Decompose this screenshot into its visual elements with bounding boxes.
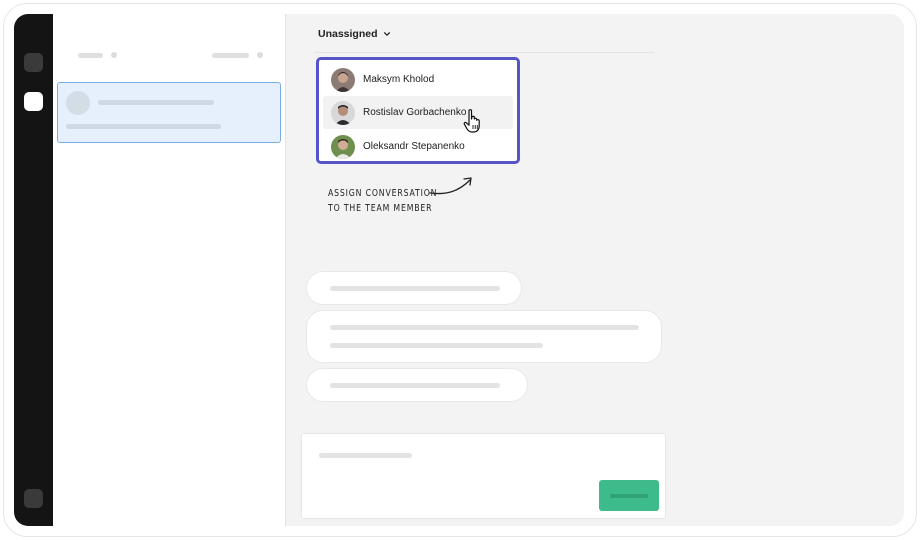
app-window: Unassigned Maksym Kholod Rostislav Gorba… [14, 14, 904, 526]
message-bubble [306, 271, 522, 305]
nav-rail [14, 14, 53, 526]
chevron-down-icon [383, 32, 390, 36]
composer-input-placeholder[interactable] [319, 453, 412, 458]
list-sort-dot [257, 52, 263, 58]
message-composer[interactable] [301, 433, 666, 519]
list-filter-placeholder[interactable] [78, 53, 103, 58]
hand-pointer-icon [463, 109, 480, 133]
message-text-placeholder [330, 343, 543, 348]
list-sort-placeholder[interactable] [212, 53, 249, 58]
conversation-item-selected[interactable] [57, 82, 281, 143]
avatar [66, 91, 90, 115]
list-filter-dot [111, 52, 117, 58]
team-member-option-hovered[interactable]: Rostislav Gorbachenko [323, 96, 513, 129]
message-bubble [306, 368, 528, 402]
assignee-label: Unassigned [318, 28, 378, 40]
assignee-dropdown-button[interactable]: Unassigned [318, 26, 391, 42]
header-divider [314, 52, 654, 53]
assignee-dropdown-menu: Maksym Kholod Rostislav Gorbachenko Olek… [316, 57, 520, 164]
conversation-preview-placeholder [66, 124, 221, 129]
conversation-view: Unassigned Maksym Kholod Rostislav Gorba… [286, 14, 904, 526]
message-text-placeholder [330, 383, 500, 388]
team-member-name: Oleksandr Stepanenko [363, 141, 465, 152]
message-text-placeholder [330, 286, 500, 291]
message-bubble [306, 310, 662, 363]
avatar [331, 100, 355, 125]
annotation-line: Assign conversation [328, 188, 438, 199]
send-button[interactable] [599, 480, 659, 511]
team-member-option[interactable]: Maksym Kholod [323, 63, 513, 96]
avatar [331, 67, 355, 92]
team-member-name: Maksym Kholod [363, 74, 435, 85]
conversation-title-placeholder [98, 100, 214, 105]
team-member-name: Rostislav Gorbachenko [363, 107, 467, 118]
avatar [331, 134, 355, 159]
message-text-placeholder [330, 325, 639, 330]
annotation-text: Assign conversation to the team member [328, 186, 437, 216]
conversation-list [53, 14, 286, 526]
send-button-label-placeholder [610, 494, 648, 498]
nav-rail-settings-button[interactable] [24, 489, 43, 508]
annotation-line: to the team member [328, 203, 433, 214]
team-member-option[interactable]: Oleksandr Stepanenko [323, 130, 513, 163]
nav-rail-button[interactable] [24, 53, 43, 72]
nav-rail-button-active[interactable] [24, 92, 43, 111]
